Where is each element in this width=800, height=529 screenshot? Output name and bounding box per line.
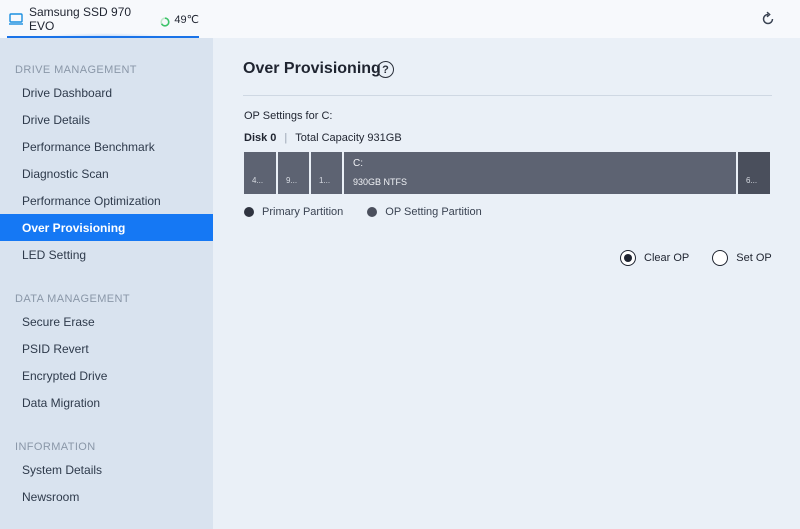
help-icon-glyph: ? xyxy=(382,63,389,76)
total-capacity: Total Capacity 931GB xyxy=(295,132,402,144)
sidebar-item-drive-dashboard[interactable]: Drive Dashboard xyxy=(0,79,213,106)
partition-letter: C: xyxy=(353,158,363,169)
disk-label: Disk 0 xyxy=(244,132,277,144)
sidebar-item-led-setting[interactable]: LED Setting xyxy=(0,241,213,268)
disk-info: Disk 0 | Total Capacity 931GB xyxy=(244,132,402,144)
page-title: Over Provisioning xyxy=(243,60,381,77)
sidebar-item-secure-erase[interactable]: Secure Erase xyxy=(0,308,213,335)
set-op-radio[interactable]: Set OP xyxy=(712,250,772,266)
sidebar-item-data-migration[interactable]: Data Migration xyxy=(0,389,213,416)
refresh-icon[interactable] xyxy=(758,9,778,29)
sidebar-item-performance-benchmark[interactable]: Performance Benchmark xyxy=(0,133,213,160)
partition-bar: 4... 9... 1... C: 930GB NTFS 6... xyxy=(244,152,770,194)
section-title-data-management: DATA MANAGEMENT xyxy=(15,293,130,305)
legend-label: Primary Partition xyxy=(262,206,344,218)
section-title-information: INFORMATION xyxy=(15,441,96,453)
partition-segment-c[interactable]: C: 930GB NTFS xyxy=(344,152,736,194)
main-content: Over Provisioning ? OP Settings for C: D… xyxy=(213,38,800,529)
sidebar-item-diagnostic-scan[interactable]: Diagnostic Scan xyxy=(0,160,213,187)
sidebar-item-system-details[interactable]: System Details xyxy=(0,456,213,483)
legend-label: OP Setting Partition xyxy=(385,206,482,218)
partition-segment-op[interactable]: 6... xyxy=(738,152,770,194)
temperature-ring-icon xyxy=(160,14,171,27)
sidebar-item-drive-details[interactable]: Drive Details xyxy=(0,106,213,133)
partition-segment[interactable]: 4... xyxy=(244,152,276,194)
temperature-value: 49℃ xyxy=(174,13,199,26)
sidebar-item-psid-revert[interactable]: PSID Revert xyxy=(0,335,213,362)
primary-dot-icon xyxy=(244,207,254,217)
legend-item-op: OP Setting Partition xyxy=(367,206,482,218)
sidebar-item-over-provisioning[interactable]: Over Provisioning xyxy=(0,214,213,241)
sidebar-item-newsroom[interactable]: Newsroom xyxy=(0,483,213,510)
drive-name: Samsung SSD 970 EVO xyxy=(29,5,132,33)
partition-label: 9... xyxy=(286,176,298,185)
sidebar: DRIVE MANAGEMENT Drive Dashboard Drive D… xyxy=(0,38,213,529)
partition-segment[interactable]: 1... xyxy=(311,152,342,194)
op-mode-radio-group: Clear OP Set OP xyxy=(620,250,772,266)
disk-separator: | xyxy=(284,132,288,144)
section-title-drive-management: DRIVE MANAGEMENT xyxy=(15,64,137,76)
op-settings-label: OP Settings for C: xyxy=(244,110,333,122)
radio-selected-icon xyxy=(620,250,636,266)
set-op-label: Set OP xyxy=(736,252,772,264)
op-dot-icon xyxy=(367,207,378,217)
help-icon[interactable]: ? xyxy=(377,61,394,78)
partition-label: 4... xyxy=(252,176,264,185)
clear-op-radio[interactable]: Clear OP xyxy=(620,250,689,266)
clear-op-label: Clear OP xyxy=(644,252,690,264)
partition-label: 6... xyxy=(746,176,758,185)
title-divider xyxy=(243,95,772,96)
partition-legend: Primary Partition OP Setting Partition xyxy=(244,206,506,218)
sidebar-item-encrypted-drive[interactable]: Encrypted Drive xyxy=(0,362,213,389)
monitor-icon xyxy=(9,12,23,26)
legend-item-primary: Primary Partition xyxy=(244,206,343,218)
radio-unselected-icon xyxy=(712,250,729,266)
partition-label: 1... xyxy=(319,176,331,185)
sidebar-item-performance-optimization[interactable]: Performance Optimization xyxy=(0,187,213,214)
partition-info: 930GB NTFS xyxy=(353,177,408,187)
top-bar: Samsung SSD 970 EVO 49℃ xyxy=(0,0,800,41)
partition-segment[interactable]: 9... xyxy=(278,152,309,194)
